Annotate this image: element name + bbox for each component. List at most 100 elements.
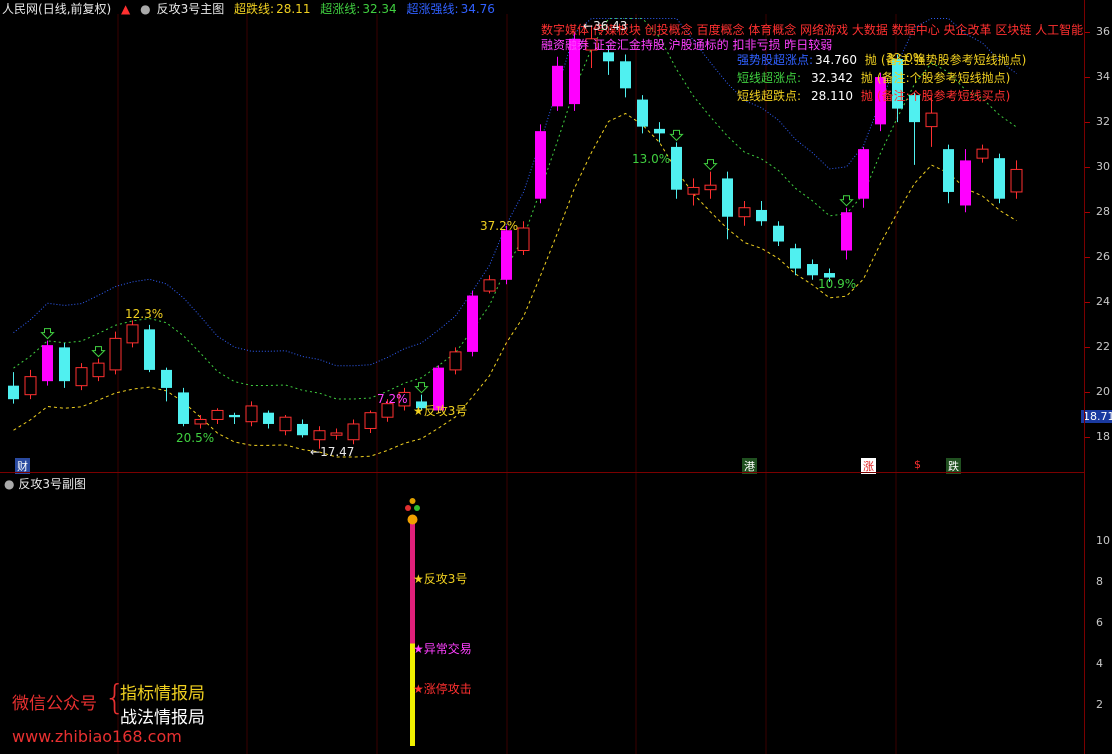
info-note: (备注:个股参考短线抛点) — [876, 71, 1011, 85]
candle-body — [637, 99, 648, 127]
pct-label: 10.9% — [818, 277, 857, 291]
candle-body — [654, 128, 665, 134]
candle-body — [178, 392, 189, 424]
candle-body — [126, 324, 139, 344]
indicator-title[interactable]: 反攻3号主图 — [157, 2, 225, 16]
line-chaodie-value: 28.11 — [276, 2, 311, 16]
candle-body — [144, 329, 155, 370]
price-axis-tick — [1085, 122, 1090, 124]
info-action: 抛 — [860, 71, 873, 85]
pct-label: 13.0% — [632, 152, 671, 166]
info-row-up: 短线超涨点: 32.342 抛 (备注:个股参考短线抛点) — [737, 69, 1010, 86]
candle-body — [161, 369, 172, 388]
candle-body — [8, 385, 19, 400]
price-axis-tick — [1085, 347, 1090, 349]
candle-body — [211, 409, 224, 420]
price-axis-tick — [1085, 257, 1090, 259]
price-axis-label: 32 — [1096, 115, 1110, 129]
candle-body — [704, 184, 717, 191]
down-arrow-icon — [40, 328, 55, 340]
tag-dollar[interactable]: $ — [912, 458, 923, 471]
stock-name[interactable]: 人民网 — [2, 2, 38, 16]
price-axis-label: 22 — [1096, 340, 1110, 354]
info-label: 短线超跌点: — [737, 89, 802, 103]
candle-body — [297, 423, 308, 436]
candle-body — [960, 160, 971, 206]
sub-axis-label: 6 — [1096, 616, 1103, 629]
low-marker: ←17.47 — [310, 445, 355, 459]
candle-body — [722, 178, 733, 217]
candle-body — [42, 345, 53, 382]
candle-body — [467, 295, 478, 352]
price-axis-label: 20 — [1096, 385, 1110, 399]
price-axis-label: 26 — [1096, 250, 1110, 264]
info-value: 34.760 — [815, 53, 858, 67]
high-value: 36.43 — [593, 19, 628, 33]
candle-body — [943, 149, 954, 192]
sub-dot-green — [414, 505, 420, 511]
candle-body — [756, 209, 767, 222]
signal-label: ★反攻3号 — [413, 404, 468, 418]
low-value: 17.47 — [320, 445, 355, 459]
pct-label: 7.2% — [377, 392, 408, 406]
candle-body — [925, 112, 938, 128]
sub-dot-gold — [409, 498, 416, 504]
price-axis-tick — [1085, 437, 1090, 439]
period-label[interactable]: (日线,前复权) — [38, 2, 111, 16]
line-chaozhang-value: 32.34 — [362, 2, 397, 16]
candle-body — [790, 248, 801, 269]
candle-body — [229, 414, 240, 418]
pct-label: 37.2% — [480, 219, 519, 233]
candle-body — [552, 65, 563, 107]
info-row-strong: 强势股超涨点: 34.760 抛 (备注:强势股参考短线抛点) — [737, 51, 1026, 68]
settings-dot-icon[interactable]: ● — [140, 2, 150, 16]
chart-canvas[interactable] — [0, 0, 1112, 754]
price-axis-label: 18 — [1096, 430, 1110, 444]
down-arrow-icon — [91, 346, 106, 358]
price-axis-label: 28 — [1096, 205, 1110, 219]
candle-body — [773, 225, 784, 242]
settings-dot-icon[interactable]: ● — [4, 477, 14, 491]
price-axis-tick — [1085, 212, 1090, 214]
candle-body — [92, 362, 105, 378]
line-chaozhang-label: 超涨线: — [320, 2, 361, 16]
candle-body — [535, 131, 546, 199]
header-bar: 人民网(日线,前复权) ▲ ● 反攻3号主图 超跌线: 28.11 超涨线: 32.3… — [2, 0, 501, 17]
candle-body — [75, 367, 88, 387]
candle-body — [620, 61, 631, 89]
line-qiang-label: 超涨强线: — [406, 2, 459, 16]
sub-signal: ★涨停攻击 — [413, 682, 472, 696]
candle-body — [858, 149, 869, 199]
candle-body — [330, 432, 343, 436]
info-value: 28.110 — [811, 89, 854, 103]
pct-label: 32.0% — [886, 51, 925, 65]
sub-axis-label: 10 — [1096, 534, 1110, 547]
line-qiang-value: 34.76 — [460, 2, 495, 16]
sub-pane-title[interactable]: 反攻3号副图 — [18, 477, 86, 491]
down-arrow-icon — [669, 129, 684, 142]
axis-separator — [1084, 0, 1085, 754]
pane-separator[interactable] — [0, 472, 1084, 473]
price-axis-label: 36 — [1096, 25, 1110, 39]
down-arrow-icon — [414, 382, 429, 394]
pct-label: 12.3% — [125, 307, 164, 321]
sub-axis-label: 8 — [1096, 575, 1103, 588]
down-arrow-icon — [839, 195, 854, 207]
price-axis-tick — [1085, 77, 1090, 79]
sub-axis-label: 2 — [1096, 698, 1103, 711]
price-axis-tick — [1085, 167, 1090, 169]
candle-body — [449, 351, 462, 371]
sub-dot-orange — [407, 514, 418, 525]
candle-body — [841, 212, 852, 251]
candle-body — [24, 376, 37, 396]
price-axis-tick — [1085, 302, 1090, 304]
sub-signal: ★反攻3号 — [413, 572, 468, 586]
candle-body — [347, 423, 360, 441]
candle-body — [483, 279, 496, 292]
candle-body — [109, 337, 122, 371]
info-value: 32.342 — [811, 71, 854, 85]
candle-body — [671, 146, 682, 190]
info-action: 抛 — [860, 89, 873, 103]
candle-body — [738, 207, 751, 218]
candle-body — [364, 412, 377, 429]
